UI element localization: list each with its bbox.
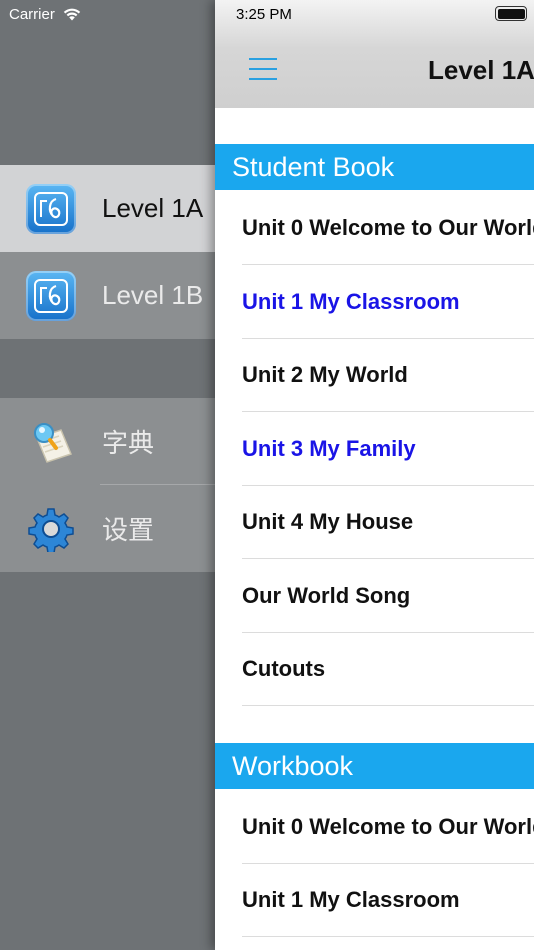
status-bar-left: Carrier	[0, 0, 82, 28]
list-item[interactable]: Unit 4 My House	[242, 485, 534, 559]
section-header-student-book: Student Book	[215, 144, 534, 190]
menu-label: 设置	[102, 515, 155, 545]
page-title: Level 1A	[428, 55, 534, 85]
level-menu-group: Level 1A Level 1B	[0, 165, 215, 339]
list-item[interactable]: Unit 0 Welcome to Our World	[242, 790, 534, 864]
list-item[interactable]: Unit 2 My World	[242, 338, 534, 412]
menu-item-level-1a[interactable]: Level 1A	[0, 165, 215, 252]
side-menu: Carrier Level 1A Level 1B 字典 设置	[0, 0, 215, 950]
list-item[interactable]: Cutouts	[242, 632, 534, 706]
content-panel: 3:25 PM Level 1A Student Book Unit 0 Wel…	[215, 0, 534, 950]
book-app-icon	[26, 183, 76, 234]
list-item[interactable]: Unit 1 My Classroom	[242, 265, 534, 339]
carrier-label: Carrier	[9, 5, 55, 23]
list-item[interactable]: Unit 3 My Family	[242, 412, 534, 486]
tools-menu-group: 字典 设置	[0, 398, 215, 572]
list-item[interactable]: Unit 1 My Classroom	[242, 863, 534, 937]
menu-label: 字典	[102, 428, 155, 458]
dictionary-icon	[26, 417, 76, 467]
wifi-icon	[63, 8, 81, 21]
battery-icon	[495, 6, 527, 21]
hamburger-bar	[249, 68, 277, 70]
level-label: Level 1B	[102, 280, 204, 310]
list-item[interactable]: Our World Song	[242, 559, 534, 633]
hamburger-bar	[249, 78, 277, 80]
gear-icon	[26, 504, 76, 554]
hamburger-bar	[249, 58, 277, 60]
menu-item-settings[interactable]: 设置	[0, 485, 215, 572]
list-item[interactable]: Unit 0 Welcome to Our World	[242, 191, 534, 265]
hamburger-menu-button[interactable]	[249, 56, 277, 82]
status-time: 3:25 PM	[236, 6, 292, 23]
menu-item-dictionary[interactable]: 字典	[0, 398, 215, 485]
menu-item-level-1b[interactable]: Level 1B	[0, 252, 215, 339]
level-label: Level 1A	[102, 193, 204, 223]
book-app-icon	[26, 270, 76, 321]
section-header-workbook: Workbook	[215, 743, 534, 789]
navigation-bar: 3:25 PM Level 1A	[215, 0, 534, 108]
